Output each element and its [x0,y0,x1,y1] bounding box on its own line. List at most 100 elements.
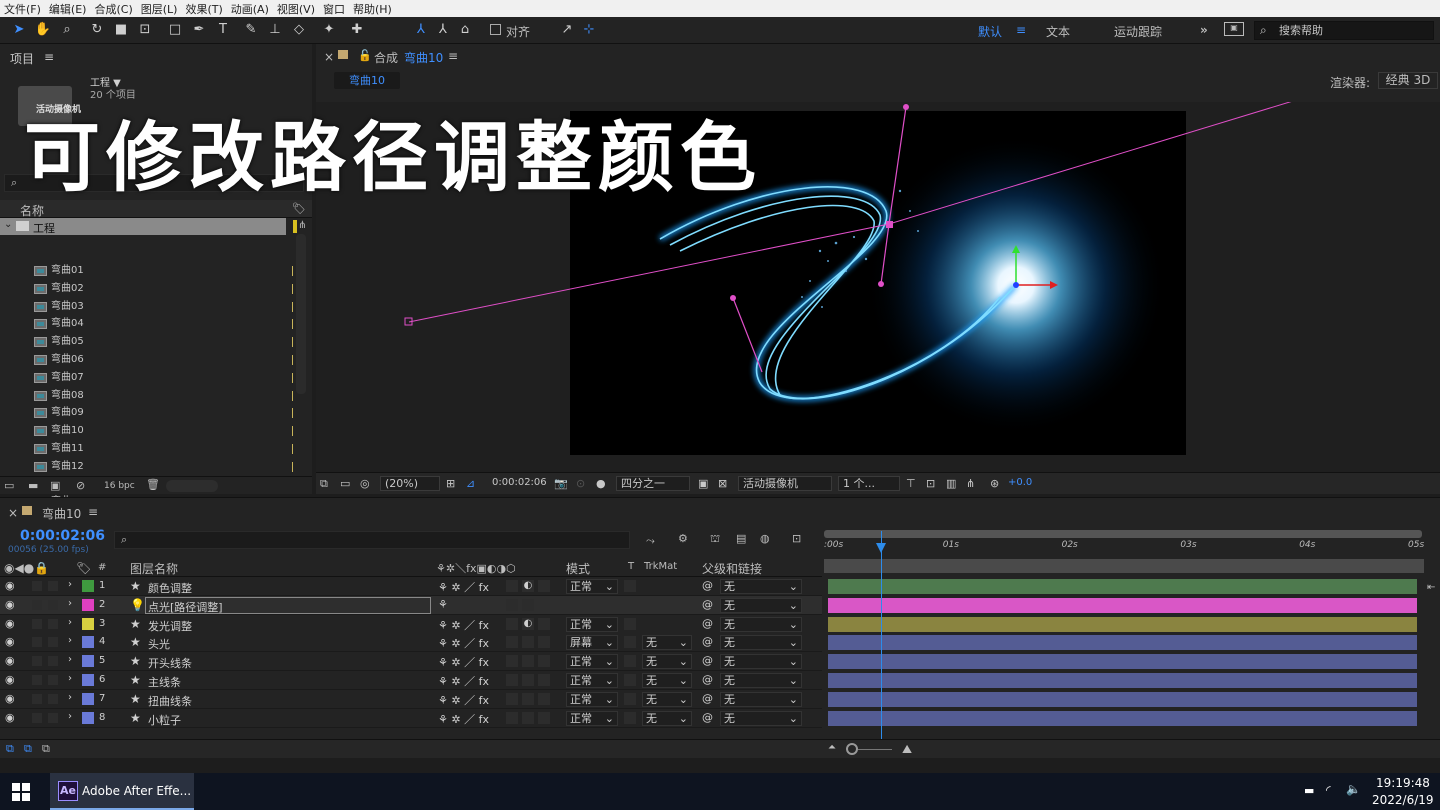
windows-start-icon[interactable] [12,783,30,801]
layer-name[interactable]: 头光 [148,636,170,652]
fast-previews-icon[interactable]: ⊡ [926,477,935,490]
world-axis-icon[interactable]: ⅄ [434,21,452,39]
layer-label-color[interactable] [82,580,94,592]
layer-duration-bar[interactable] [828,579,1417,594]
parent-dropdown[interactable]: 无 ⌄ [720,597,802,613]
trkmat-dropdown[interactable]: 无 ⌄ [642,691,692,707]
rectangle-tool-icon[interactable]: □ [166,21,184,39]
clock-time[interactable]: 19:19:48 [1376,776,1430,790]
pan-behind-tool-icon[interactable]: ⊡ [136,21,154,39]
preserve-transparency-toggle[interactable] [624,692,636,705]
blend-mode-dropdown[interactable]: 正常 ⌄ [566,654,618,670]
pick-whip-icon[interactable]: @ [702,654,713,667]
layer-switches[interactable]: ⚘ ✲ ／ fx [438,711,489,727]
path-vertex-middle[interactable] [886,221,893,228]
3d-layer-switch[interactable]: ◐ [522,617,534,630]
comp-breadcrumb-tab[interactable]: 弯曲10 [334,72,400,89]
exposure-value[interactable]: +0.0 [1008,477,1032,488]
zoom-out-icon[interactable]: ⏶ [828,742,836,753]
local-axis-icon[interactable]: ⅄ [412,21,430,39]
motion-blur-switch[interactable] [538,711,550,724]
zoom-slider-knob[interactable] [846,743,858,755]
expand-chevron-icon[interactable]: › [68,692,72,703]
layer-duration-bar[interactable] [828,597,1417,613]
project-item-row[interactable]: 弯曲12 [0,458,296,476]
adjustment-switch[interactable] [506,692,518,705]
menu-item[interactable]: 动画(A) [231,1,269,17]
project-item-row[interactable]: 弯曲10 [0,422,296,440]
lock-toggle[interactable] [48,637,58,648]
transparency-grid-icon[interactable]: ⊠ [718,477,727,490]
renderer-dropdown[interactable]: 经典 3D [1378,72,1438,89]
layer-row[interactable]: ◉ › 5 ★ 开头线条 ⚘ ✲ ／ fx 正常 ⌄ 无 ⌄ @ 无 ⌄ [0,652,822,672]
preview-monitor-icon[interactable]: ▭ [340,477,350,490]
viewer-close-icon[interactable]: × [324,50,334,64]
layer-name[interactable]: 点光[路径调整] [148,599,223,615]
motion-blur-switch[interactable] [538,636,550,649]
layer-duration-bar[interactable] [828,616,1417,632]
layer-switches[interactable]: ⚘ ✲ ／ fx [438,579,489,595]
brush-tool-icon[interactable]: ✎ [242,21,260,39]
handle-point-3[interactable] [730,295,736,301]
bit-depth-button[interactable]: 16 bpc [104,481,135,491]
parent-dropdown[interactable]: 无 ⌄ [720,635,802,651]
layer-row[interactable]: ◉ › 7 ★ 扭曲线条 ⚘ ✲ ／ fx 正常 ⌄ 无 ⌄ @ 无 ⌄ [0,689,822,709]
expand-chevron-icon[interactable]: › [68,635,72,646]
pick-whip-icon[interactable]: @ [702,635,713,648]
layer-label-color[interactable] [82,598,94,611]
layer-name[interactable]: 小粒子 [148,712,181,728]
parent-dropdown[interactable]: 无 ⌄ [720,710,802,726]
parent-dropdown[interactable]: 无 ⌄ [720,616,802,632]
always-preview-icon[interactable]: ⧉ [320,477,328,491]
3d-layer-switch[interactable] [522,598,534,611]
layer-name[interactable]: 开头线条 [148,655,192,671]
layer-label-color[interactable] [82,674,94,686]
trkmat-dropdown[interactable]: 无 ⌄ [642,673,692,688]
adjustment-switch[interactable] [506,598,518,611]
expand-chevron-icon[interactable]: › [68,673,72,684]
frame-blending-icon[interactable]: ▤ [736,532,746,545]
pick-whip-icon[interactable]: @ [702,673,713,686]
project-item-row[interactable]: 弯曲02 [0,280,296,298]
layer-duration-bar[interactable] [828,710,1417,726]
channel-icon[interactable]: ● [596,477,606,490]
layer-row[interactable]: ◉ › 8 ★ 小粒子 ⚘ ✲ ／ fx 正常 ⌄ 无 ⌄ @ 无 ⌄ [0,708,822,728]
viewer-tab-label[interactable]: 合成 [374,49,398,66]
handle-point-2[interactable] [878,281,884,287]
layer-label-color[interactable] [82,711,94,724]
preserve-transparency-toggle[interactable] [624,617,636,630]
snapping-icon[interactable]: ↗ [558,21,576,39]
blend-mode-dropdown[interactable]: 正常 ⌄ [566,710,618,726]
project-item-row[interactable]: 弯曲11 [0,440,296,458]
handle-point-1[interactable] [903,104,909,110]
preserve-transparency-toggle[interactable] [624,655,636,668]
project-item-row[interactable]: 弯曲06 [0,351,296,369]
trkmat-header[interactable]: TrkMat [644,561,677,572]
motion-blur-icon[interactable]: ◍ [760,532,770,545]
lock-toggle[interactable] [48,675,58,685]
menu-item[interactable]: 编辑(E) [49,1,87,17]
project-item-row[interactable]: 弯曲03 [0,298,296,316]
layer-label-color[interactable] [82,617,94,630]
layer-switches[interactable]: ⚘ ✲ ／ fx [438,673,489,689]
adjustment-switch[interactable] [506,655,518,668]
delete-icon[interactable]: 🗑 [146,478,160,491]
rotate-tool-icon[interactable]: ↻ [88,21,106,39]
timeline-comp-name[interactable]: 弯曲10 [42,505,81,522]
snap-options-icon[interactable]: ⊹ [580,21,598,39]
clock-date[interactable]: 2022/6/19 [1372,793,1434,807]
trkmat-dropdown[interactable]: 无 ⌄ [642,710,692,726]
align-checkbox[interactable] [490,24,501,35]
zoom-slider-track[interactable] [858,749,892,750]
layer-label-color[interactable] [82,692,94,705]
parent-dropdown[interactable]: 无 ⌄ [720,579,802,594]
fit-icon[interactable]: ⊞ [446,477,455,490]
menu-item[interactable]: 效果(T) [185,1,222,17]
visibility-eye-icon[interactable]: ◉ [5,635,15,648]
visibility-eye-icon[interactable]: ◉ [5,598,15,611]
preserve-transparency-toggle[interactable] [624,711,636,724]
blend-mode-dropdown[interactable]: 正常 ⌄ [566,616,618,632]
menu-item[interactable]: 文件(F) [4,1,41,17]
motion-blur-switch[interactable] [538,674,550,686]
playhead[interactable] [876,531,887,757]
